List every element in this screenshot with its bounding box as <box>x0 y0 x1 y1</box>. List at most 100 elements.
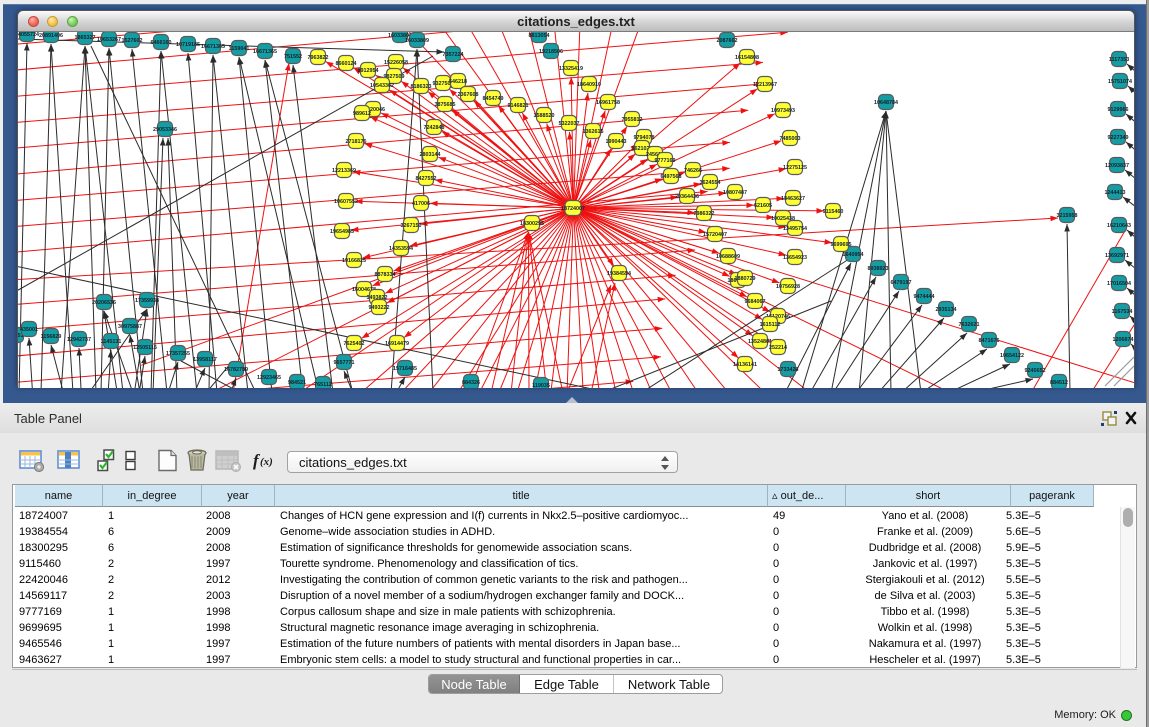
svg-text:8912954: 8912954 <box>358 68 379 74</box>
svg-text:1206874: 1206874 <box>1113 337 1134 343</box>
svg-text:2718176: 2718176 <box>346 139 367 145</box>
svg-text:10973493: 10973493 <box>771 108 795 114</box>
svg-text:13495754: 13495754 <box>783 226 807 232</box>
svg-text:10648784: 10648784 <box>874 100 898 106</box>
svg-text:19218506: 19218506 <box>539 49 563 55</box>
svg-text:435001: 435001 <box>20 327 38 333</box>
svg-text:15720407: 15720407 <box>703 232 727 238</box>
svg-text:6466160: 6466160 <box>151 40 172 46</box>
svg-text:10807487: 10807487 <box>723 190 747 196</box>
svg-text:16154808: 16154808 <box>735 55 759 61</box>
svg-text:10719185: 10719185 <box>176 42 200 48</box>
svg-text:14136141: 14136141 <box>733 362 757 368</box>
svg-text:989612: 989612 <box>353 111 371 117</box>
svg-text:30975887: 30975887 <box>118 324 142 330</box>
svg-text:1588520: 1588520 <box>534 113 555 119</box>
svg-text:7357224: 7357224 <box>443 52 464 58</box>
svg-text:1117353: 1117353 <box>1109 57 1129 63</box>
svg-text:14353594: 14353594 <box>389 246 413 252</box>
svg-text:9777169: 9777169 <box>655 158 676 164</box>
svg-text:1865327: 1865327 <box>75 35 96 41</box>
svg-text:8660124: 8660124 <box>336 61 357 67</box>
svg-text:13958117: 13958117 <box>193 357 217 363</box>
svg-text:1145131: 1145131 <box>101 339 122 345</box>
svg-text:7632621: 7632621 <box>959 322 980 328</box>
svg-text:10607552: 10607552 <box>334 199 358 205</box>
svg-text:20891406: 20891406 <box>39 33 63 39</box>
svg-text:751552: 751552 <box>284 54 302 60</box>
svg-text:119035: 119035 <box>532 383 550 388</box>
svg-text:9146821: 9146821 <box>508 103 529 109</box>
svg-text:9129966: 9129966 <box>1108 107 1129 113</box>
svg-text:8813054: 8813054 <box>529 33 550 39</box>
svg-text:1640954: 1640954 <box>843 252 864 258</box>
svg-text:9657771: 9657771 <box>334 360 355 366</box>
svg-text:252214: 252214 <box>769 345 787 351</box>
svg-text:19654985: 19654985 <box>330 229 354 235</box>
svg-text:884326: 884326 <box>462 380 480 386</box>
svg-text:10688609: 10688609 <box>716 254 740 260</box>
svg-text:16914479: 16914479 <box>385 341 409 347</box>
svg-text:1615112: 1615112 <box>760 322 781 328</box>
svg-text:18724007: 18724007 <box>561 206 585 212</box>
svg-text:1244413: 1244413 <box>1105 190 1126 196</box>
svg-text:29053346: 29053346 <box>153 127 177 133</box>
svg-text:15751074: 15751074 <box>1108 79 1132 85</box>
svg-text:417006: 417006 <box>412 201 430 207</box>
svg-text:17016504: 17016504 <box>1107 281 1131 287</box>
svg-text:12213369: 12213369 <box>332 168 356 174</box>
svg-text:12275125: 12275125 <box>783 165 807 171</box>
svg-text:7955812: 7955812 <box>622 117 643 123</box>
svg-text:7242848: 7242848 <box>424 125 445 131</box>
svg-text:6479197: 6479197 <box>891 280 912 286</box>
svg-text:8454749: 8454749 <box>483 96 504 102</box>
svg-text:7625402: 7625402 <box>344 341 365 347</box>
svg-text:3267150: 3267150 <box>401 223 422 229</box>
svg-text:7986322: 7986322 <box>694 211 715 217</box>
svg-text:8878334: 8878334 <box>375 272 396 278</box>
svg-text:17357255: 17357255 <box>166 351 190 357</box>
svg-text:2935134: 2935134 <box>936 307 957 313</box>
svg-text:13692971: 13692971 <box>1105 253 1129 259</box>
svg-text:746266: 746266 <box>684 168 702 174</box>
svg-text:15716485: 15716485 <box>393 366 417 372</box>
svg-text:884512: 884512 <box>1050 380 1068 386</box>
svg-text:5322037: 5322037 <box>559 121 580 127</box>
svg-text:9493222: 9493222 <box>369 305 390 311</box>
svg-text:9115460: 9115460 <box>823 209 844 215</box>
svg-text:7485003: 7485003 <box>780 136 801 142</box>
svg-text:765112: 765112 <box>314 382 332 388</box>
svg-text:984521: 984521 <box>288 380 306 386</box>
svg-text:7963822: 7963822 <box>308 55 329 61</box>
svg-text:16210643: 16210643 <box>1107 223 1131 229</box>
svg-text:18300295: 18300295 <box>520 221 544 227</box>
svg-text:20364436: 20364436 <box>675 194 699 200</box>
svg-text:10653267: 10653267 <box>97 37 121 43</box>
svg-text:1527602: 1527602 <box>122 38 143 44</box>
svg-text:12213967: 12213967 <box>753 82 777 88</box>
svg-text:9474444: 9474444 <box>914 294 935 300</box>
svg-text:2803144: 2803144 <box>420 152 441 158</box>
svg-text:10654122: 10654122 <box>1000 353 1024 359</box>
svg-text:546218: 546218 <box>449 79 467 85</box>
svg-text:9699695: 9699695 <box>831 242 852 248</box>
svg-text:18640910: 18640910 <box>577 82 601 88</box>
svg-text:9245652: 9245652 <box>1025 368 1046 374</box>
svg-text:12093837: 12093837 <box>1105 163 1129 169</box>
svg-text:17359938: 17359938 <box>135 298 159 304</box>
svg-text:1167534: 1167534 <box>1112 309 1133 315</box>
svg-text:6497568: 6497568 <box>661 174 682 180</box>
svg-text:3875685: 3875685 <box>435 102 456 108</box>
svg-text:9227349: 9227349 <box>1108 135 1129 141</box>
svg-text:8471676: 8471676 <box>979 338 1000 344</box>
svg-text:1159041: 1159041 <box>229 46 250 52</box>
svg-text:1990443: 1990443 <box>606 139 627 145</box>
svg-text:10756928: 10756928 <box>776 284 800 290</box>
svg-text:1156829: 1156829 <box>41 334 62 340</box>
svg-text:14055724: 14055724 <box>18 32 39 38</box>
svg-text:13654923: 13654923 <box>783 255 807 261</box>
svg-text:16033809: 16033809 <box>405 38 429 44</box>
svg-text:1880729: 1880729 <box>735 276 756 282</box>
svg-text:16671365: 16671365 <box>253 49 277 55</box>
svg-text:15226058: 15226058 <box>384 60 408 66</box>
